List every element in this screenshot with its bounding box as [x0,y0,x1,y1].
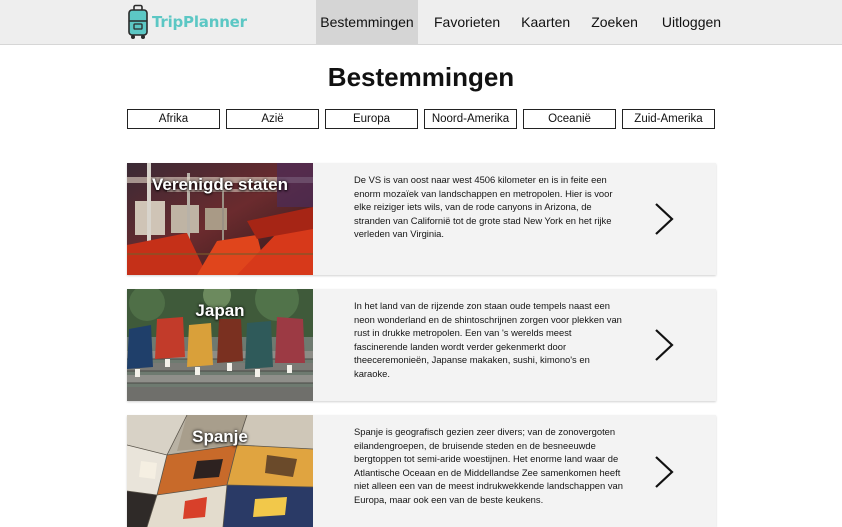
destination-description: In het land van de rijzende zon staan ou… [354,300,622,379]
filter-afrika[interactable]: Afrika [127,109,220,129]
destination-title: Verenigde staten [151,175,289,194]
destination-image: Japan [127,289,313,401]
top-navbar: TripPlanner Bestemmingen Favorieten Kaar… [0,0,842,45]
main-nav: Bestemmingen Favorieten Kaarten Zoeken U… [316,0,730,44]
nav-kaarten[interactable]: Kaarten [512,0,579,44]
suitcase-icon [128,4,148,39]
destination-description: Spanje is geografisch gezien zeer divers… [354,426,623,505]
destination-card-verenigde-staten[interactable]: Verenigde staten De VS is van oost naar … [127,163,716,275]
destination-card-spanje[interactable]: Spanje Spanje is geografisch gezien zeer… [127,415,716,527]
filter-noord-amerika[interactable]: Noord-Amerika [424,109,517,129]
destination-card-japan[interactable]: Japan In het land van de rijzende zon st… [127,289,716,401]
app-name: TripPlanner [152,13,247,31]
destination-title: Japan [195,301,245,320]
filter-europa[interactable]: Europa [325,109,418,129]
chevron-right-icon[interactable] [653,455,675,489]
page-title: Bestemmingen [327,62,515,92]
filter-zuid-amerika[interactable]: Zuid-Amerika [622,109,715,129]
nav-zoeken[interactable]: Zoeken [582,0,647,44]
nav-uitloggen[interactable]: Uitloggen [653,0,730,44]
nav-favorieten[interactable]: Favorieten [425,0,509,44]
chevron-right-icon[interactable] [653,328,675,362]
filter-azie[interactable]: Azië [226,109,319,129]
continent-filter-bar: Afrika Azië Europa Noord-Amerika Oceanië… [127,109,716,129]
destination-image: Verenigde staten [127,163,313,275]
destination-title: Spanje [192,427,248,446]
destination-description: De VS is van oost naar west 4506 kilomet… [354,174,613,240]
filter-oceanie[interactable]: Oceanië [523,109,616,129]
chevron-right-icon[interactable] [653,202,675,236]
nav-bestemmingen[interactable]: Bestemmingen [316,0,418,44]
destination-image: Spanje [127,415,313,527]
app-logo[interactable]: TripPlanner [127,4,247,40]
